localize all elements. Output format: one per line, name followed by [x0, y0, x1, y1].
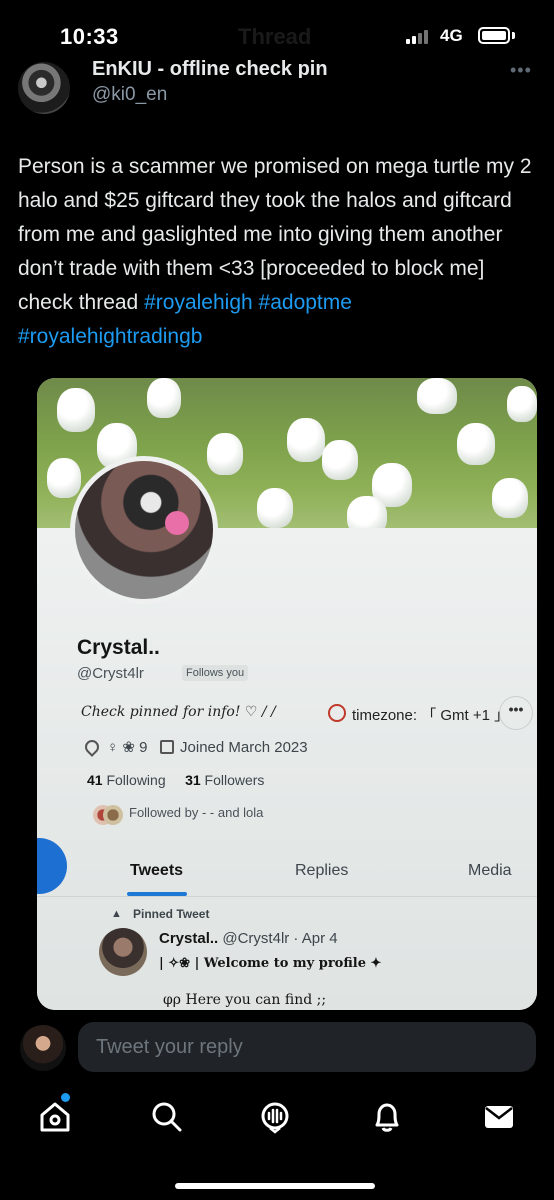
tweet-photo[interactable]: ••• Crystal.. @Cryst4lr Follows you Chec… [37, 378, 537, 1010]
spaces-icon[interactable] [258, 1100, 292, 1134]
messages-icon[interactable] [482, 1100, 516, 1134]
profile-meta: ♀ ❀ 9 Joined March 2023 [107, 738, 308, 756]
follows-you-badge: Follows you [182, 665, 249, 681]
home-indicator [175, 1183, 375, 1189]
compose-fab [37, 838, 67, 894]
tab-replies: Replies [295, 862, 349, 879]
signal-icon [406, 30, 432, 44]
author-handle[interactable]: @ki0_en [92, 84, 167, 106]
hashtag-adoptme[interactable]: #adoptme [259, 291, 352, 314]
followed-by: Followed by - - and lola [129, 805, 264, 820]
header-title-ghost: Thread [238, 24, 312, 49]
tab-tweets: Tweets [130, 862, 184, 879]
tab-divider [37, 896, 537, 897]
profile-picture [70, 456, 218, 604]
pinned-line-2: φρ Here you can find ;; [163, 992, 327, 1008]
calendar-icon [160, 740, 175, 754]
more-options-icon[interactable]: ••• [510, 60, 532, 81]
pinned-line-1: | ✧❀ | Welcome to my profile ✦ [159, 956, 382, 971]
reply-avatar[interactable] [20, 1025, 66, 1071]
pinned-avatar [99, 928, 147, 976]
battery-nub [512, 32, 515, 39]
profile-screen: ••• Crystal.. @Cryst4lr Follows you Chec… [37, 528, 537, 1010]
notifications-icon[interactable] [370, 1100, 404, 1134]
hashtag-royalehigh[interactable]: #royalehigh [144, 291, 253, 314]
author-name[interactable]: EnKIU - offline check pin [92, 56, 328, 78]
profile-handle: @Cryst4lr [77, 665, 144, 682]
clock-icon [328, 704, 346, 722]
home-icon[interactable] [38, 1100, 72, 1134]
pinned-name: Crystal.. [159, 930, 219, 947]
pinned-label: Pinned Tweet [133, 907, 210, 921]
search-icon[interactable] [150, 1100, 184, 1134]
profile-bio: Check pinned for info! ♡ / / [81, 704, 276, 720]
reply-placeholder[interactable]: Tweet your reply [96, 1036, 243, 1059]
profile-stats: 41 Following 31 Followers [87, 772, 264, 788]
pin-icon: ▲ [111, 908, 122, 920]
following-label: Following [106, 772, 166, 788]
follower-avatar [103, 805, 123, 825]
tweet-text: Person is a scammer we promised on mega … [18, 150, 538, 354]
hashtag-royalehightradingb[interactable]: #royalehightradingb [18, 325, 202, 348]
profile-name: Crystal.. [77, 636, 160, 659]
profile-meta-icons: ♀ ❀ 9 [107, 739, 148, 756]
pinned-meta: @Cryst4lr · Apr 4 [222, 930, 338, 947]
author-avatar[interactable] [18, 62, 70, 114]
home-badge [61, 1093, 70, 1102]
location-icon [82, 737, 102, 757]
followers-count: 31 [185, 772, 201, 788]
profile-timezone: timezone: 「 Gmt +1 」 [352, 707, 510, 724]
battery-icon [478, 27, 510, 44]
tab-media: Media [468, 862, 512, 879]
followers-label: Followers [204, 772, 265, 788]
pinned-header: Crystal.. @Cryst4lr · Apr 4 [159, 930, 338, 947]
network-label: 4G [440, 26, 463, 45]
following-count: 41 [87, 772, 103, 788]
profile-joined: Joined March 2023 [180, 739, 308, 756]
status-time: 10:33 [60, 24, 119, 49]
